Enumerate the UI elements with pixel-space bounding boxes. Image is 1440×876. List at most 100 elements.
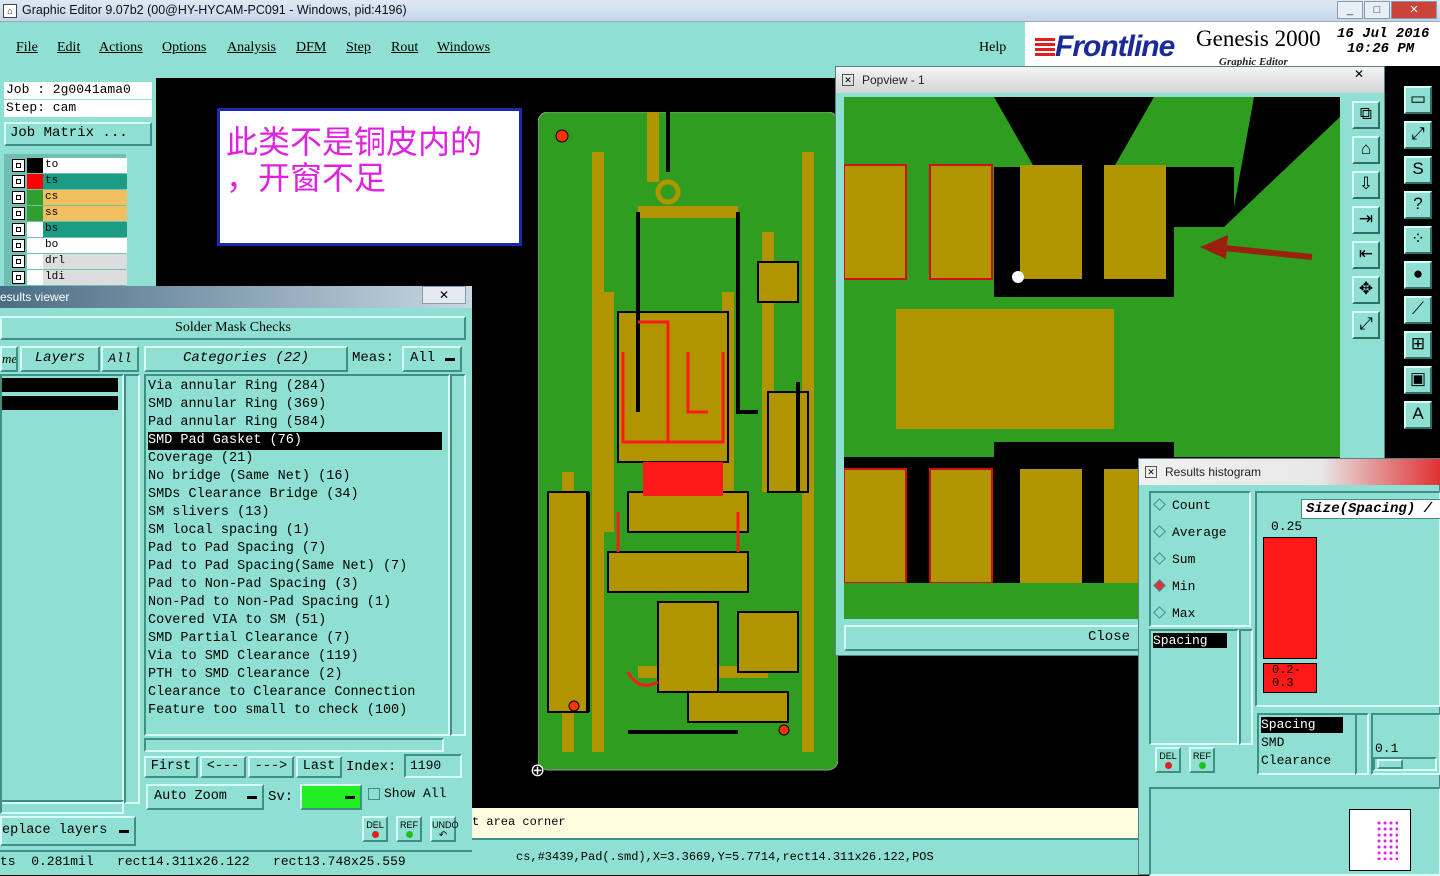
layer-row-cs[interactable]: cs xyxy=(12,190,128,205)
layer-row-bs[interactable]: bs xyxy=(12,222,128,237)
index-input[interactable]: 1190 xyxy=(404,754,462,778)
layer-row-to[interactable]: to xyxy=(12,158,128,173)
categories-list[interactable]: Via annular Ring (284) SMD annular Ring (… xyxy=(144,374,450,736)
spacing-list-2[interactable]: Spacing SMD Clearance xyxy=(1257,713,1357,775)
category-item[interactable]: Via annular Ring (284) xyxy=(148,378,442,396)
category-item[interactable]: Pad to Pad Spacing(Same Net) (7) xyxy=(148,558,442,576)
next-button[interactable]: ---> xyxy=(248,756,294,778)
category-item[interactable]: SMD Partial Clearance (7) xyxy=(148,630,442,648)
auto-zoom-select[interactable]: Auto Zoom xyxy=(146,784,264,810)
histogram-bar[interactable] xyxy=(1263,537,1317,659)
popview-close-bar[interactable]: Close xyxy=(844,625,1140,651)
radio-icon[interactable] xyxy=(1153,525,1166,538)
spacing-list-1[interactable]: Spacing xyxy=(1149,629,1239,745)
menu-help[interactable]: Help xyxy=(979,40,1006,56)
layers-icon[interactable]: ▣ xyxy=(1404,366,1432,394)
category-item[interactable]: PTH to SMD Clearance (2) xyxy=(148,666,442,684)
left-horizontal-scrollbar[interactable] xyxy=(0,800,124,814)
close-window-button[interactable]: ✕ xyxy=(1391,1,1437,19)
snap-icon[interactable]: ⁘ xyxy=(1404,226,1432,254)
meas-select[interactable]: All xyxy=(402,346,462,372)
show-all-checkbox[interactable] xyxy=(368,788,380,800)
save-icon[interactable]: ⇩ xyxy=(1352,171,1380,199)
layer-row-ldi[interactable]: ldi xyxy=(12,270,128,285)
radio-icon[interactable] xyxy=(1153,579,1166,592)
del-button[interactable]: DEL xyxy=(362,816,388,842)
spacing-list-2-scrollbar[interactable] xyxy=(1355,713,1369,775)
radio-icon[interactable] xyxy=(1153,552,1166,565)
menu-windows[interactable]: Windows xyxy=(437,40,490,56)
histogram-option-sum[interactable]: Sum xyxy=(1153,551,1195,569)
ref-button[interactable]: REF xyxy=(396,816,422,842)
histogram-option-average[interactable]: Average xyxy=(1153,524,1227,542)
slider-thumb[interactable] xyxy=(1377,759,1403,769)
tab-me[interactable]: me xyxy=(0,346,18,372)
layer-row-ss[interactable]: ss xyxy=(12,206,128,221)
menu-file[interactable]: File xyxy=(16,40,38,56)
last-button[interactable]: Last xyxy=(296,756,342,778)
category-item[interactable]: Non-Pad to Non-Pad Spacing (1) xyxy=(148,594,442,612)
category-item[interactable]: Pad to Non-Pad Spacing (3) xyxy=(148,576,442,594)
menu-actions[interactable]: Actions xyxy=(99,40,143,56)
radio-icon[interactable] xyxy=(1153,498,1166,511)
value-slider[interactable] xyxy=(1373,757,1437,771)
spacing-list-item[interactable]: SMD xyxy=(1261,735,1343,751)
category-item[interactable]: Covered VIA to SM (51) xyxy=(148,612,442,630)
layer-row-bo[interactable]: bo xyxy=(12,238,128,253)
frame-icon[interactable]: ⊞ xyxy=(1404,331,1432,359)
radio-icon[interactable] xyxy=(1153,606,1166,619)
category-item[interactable]: SMDs Clearance Bridge (34) xyxy=(148,486,442,504)
category-item[interactable]: Coverage (21) xyxy=(148,450,442,468)
menu-dfm[interactable]: DFM xyxy=(296,40,326,56)
s-curve-icon[interactable]: S xyxy=(1404,156,1432,184)
layer-result-row[interactable] xyxy=(2,378,118,392)
layer-checkbox[interactable] xyxy=(12,239,25,252)
category-item[interactable]: SM local spacing (1) xyxy=(148,522,442,540)
popout-icon[interactable]: ⧉ xyxy=(1352,101,1380,129)
category-item[interactable]: SMD Pad Gasket (76) xyxy=(148,432,442,450)
hist-del-button[interactable]: DEL xyxy=(1155,747,1181,773)
popview-close-button[interactable]: ✕ xyxy=(1344,67,1374,81)
sv-color-select[interactable] xyxy=(300,784,362,810)
prev-button[interactable]: <--- xyxy=(200,756,246,778)
results-viewer-close-button[interactable]: ✕ xyxy=(422,286,466,304)
histogram-option-max[interactable]: Max xyxy=(1153,605,1195,623)
text-icon[interactable]: A xyxy=(1404,401,1432,429)
layer-checkbox[interactable] xyxy=(12,271,25,284)
layer-checkbox[interactable] xyxy=(12,175,25,188)
zoom-fit-icon[interactable]: ⤢ xyxy=(1404,121,1432,149)
layer-checkbox[interactable] xyxy=(12,223,25,236)
home-icon[interactable]: ⌂ xyxy=(1352,136,1380,164)
category-item[interactable]: SMD annular Ring (369) xyxy=(148,396,442,414)
menu-options[interactable]: Options xyxy=(162,40,206,56)
zoom-area-icon[interactable]: ✥ xyxy=(1352,276,1380,304)
layer-row-drl[interactable]: drl xyxy=(12,254,128,269)
menu-edit[interactable]: Edit xyxy=(57,40,80,56)
hist-ref-button[interactable]: REF xyxy=(1189,747,1215,773)
undo-button[interactable]: UNDO ↶ xyxy=(430,816,459,842)
menu-step[interactable]: Step xyxy=(346,40,371,56)
import-icon[interactable]: ⇥ xyxy=(1352,206,1380,234)
spacing-list-1-scrollbar[interactable] xyxy=(1239,629,1253,745)
window-icon[interactable]: ▭ xyxy=(1404,86,1432,114)
export-icon[interactable]: ⇤ xyxy=(1352,241,1380,269)
pcb-board[interactable] xyxy=(538,112,838,772)
category-item[interactable]: Clearance to Clearance Connection xyxy=(148,684,442,702)
point-icon[interactable]: ● xyxy=(1404,261,1432,289)
layer-results-list[interactable] xyxy=(0,374,124,804)
spacing-list-item[interactable]: Spacing xyxy=(1153,633,1227,648)
category-item[interactable]: Pad to Pad Spacing (7) xyxy=(148,540,442,558)
categories-header[interactable]: Categories (22) xyxy=(144,346,348,372)
tab-all[interactable]: All xyxy=(101,346,139,372)
layer-checkbox[interactable] xyxy=(12,159,25,172)
zoom-fit-icon[interactable]: ⤢ xyxy=(1352,311,1380,339)
job-matrix-button[interactable]: Job Matrix ... xyxy=(4,122,152,146)
menu-rout[interactable]: Rout xyxy=(391,40,418,56)
category-item[interactable]: SM slivers (13) xyxy=(148,504,442,522)
tab-layers[interactable]: Layers xyxy=(20,346,100,372)
measure-icon[interactable]: ⟋ xyxy=(1404,296,1432,324)
layer-checkbox[interactable] xyxy=(12,207,25,220)
minimize-button[interactable]: _ xyxy=(1337,1,1363,19)
categories-vertical-scrollbar[interactable] xyxy=(450,374,466,736)
histogram-option-min[interactable]: Min xyxy=(1153,578,1195,596)
